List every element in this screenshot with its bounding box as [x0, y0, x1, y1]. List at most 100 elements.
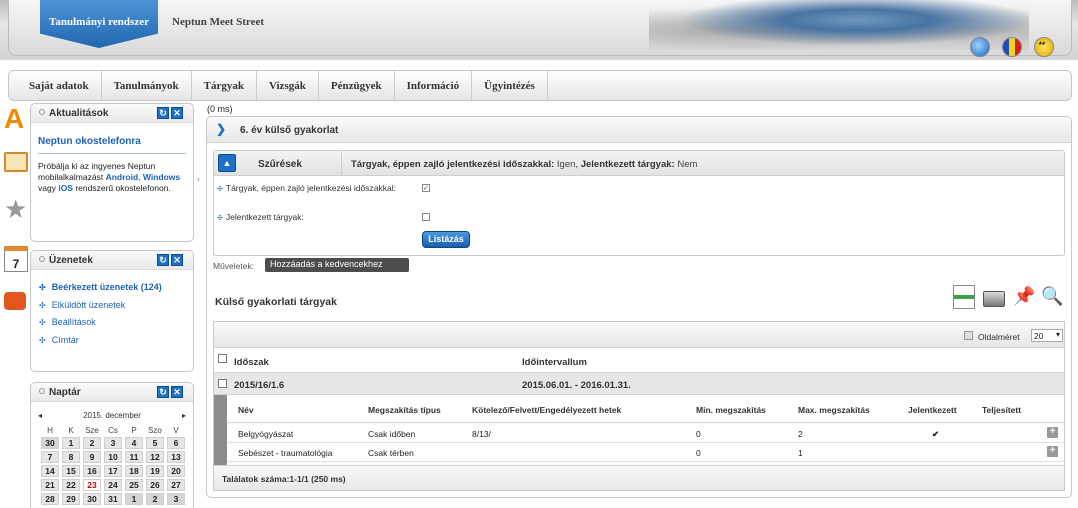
- favorites-icon[interactable]: A: [4, 105, 28, 133]
- inbox-link[interactable]: Beérkezett üzenetek (124): [39, 279, 193, 297]
- calendar-day[interactable]: 6: [167, 437, 185, 449]
- calendar-day[interactable]: 10: [104, 451, 122, 463]
- add-to-favorites-button[interactable]: Hozzáadás a kedvencekhez: [265, 258, 409, 272]
- filter-collapse-button[interactable]: ▲: [218, 154, 236, 172]
- calendar-day[interactable]: 29: [62, 493, 80, 505]
- star-icon[interactable]: ★: [4, 196, 28, 222]
- directory-link[interactable]: Címtár: [39, 332, 193, 350]
- calendar-day[interactable]: 20: [167, 465, 185, 477]
- calendar-weekday: Cs: [108, 425, 118, 435]
- calendar-day[interactable]: 9: [83, 451, 101, 463]
- calendar-day[interactable]: 7: [41, 451, 59, 463]
- calendar-day[interactable]: 16: [83, 465, 101, 477]
- group-header-period[interactable]: Időszak: [234, 357, 269, 368]
- calendar-day[interactable]: 22: [62, 479, 80, 491]
- sent-link[interactable]: Elküldött üzenetek: [39, 297, 193, 315]
- calendar-day[interactable]: 26: [146, 479, 164, 491]
- col-registered[interactable]: Jelentkezett: [908, 405, 957, 415]
- timing-label: (0 ms): [207, 104, 233, 114]
- android-link[interactable]: Android: [106, 172, 139, 182]
- refresh-button[interactable]: ↻: [157, 254, 169, 266]
- calendar-day[interactable]: 8: [62, 451, 80, 463]
- select-all-checkbox[interactable]: [218, 354, 227, 363]
- filter-option-registered-checkbox[interactable]: [422, 213, 430, 221]
- calendar-day[interactable]: 13: [167, 451, 185, 463]
- menu-item-exams[interactable]: Vizsgák: [257, 71, 319, 100]
- close-button[interactable]: ✕: [171, 386, 183, 398]
- page-size-select[interactable]: 20: [1031, 329, 1063, 342]
- menu-item-administration[interactable]: Ügyintézés: [472, 71, 548, 100]
- calendar-day[interactable]: 30: [41, 437, 59, 449]
- calendar-day[interactable]: 31: [104, 493, 122, 505]
- filter-option-current-checkbox[interactable]: ✓: [422, 184, 430, 192]
- group-checkbox[interactable]: [218, 379, 227, 388]
- expand-row-button[interactable]: +: [1047, 427, 1058, 438]
- menu-item-finances[interactable]: Pénzügyek: [319, 71, 395, 100]
- pager-box[interactable]: [964, 331, 973, 340]
- subgrid-header: Név Megszakítás típus Kötelező/Felvett/E…: [227, 395, 1064, 423]
- calendar-day[interactable]: 3: [104, 437, 122, 449]
- calendar-day[interactable]: 1: [125, 493, 143, 505]
- pin-icon[interactable]: 📌: [1013, 285, 1035, 309]
- calendar-box-header: Naptár ↻ ✕: [31, 383, 193, 402]
- col-type[interactable]: Megszakítás típus: [368, 405, 441, 415]
- calendar-day[interactable]: 17: [104, 465, 122, 477]
- sidebar-collapse-handle[interactable]: ‹: [197, 174, 200, 184]
- settings-link[interactable]: Beállítások: [39, 314, 193, 332]
- flag-icon[interactable]: [1002, 37, 1022, 57]
- col-completed[interactable]: Teljesített: [982, 405, 1021, 415]
- calendar-day[interactable]: 5: [146, 437, 164, 449]
- calendar-day[interactable]: 11: [125, 451, 143, 463]
- smiley-icon[interactable]: [1034, 37, 1054, 57]
- close-button[interactable]: ✕: [171, 107, 183, 119]
- close-button[interactable]: ✕: [171, 254, 183, 266]
- menu-item-subjects[interactable]: Tárgyak: [192, 71, 257, 100]
- group-row[interactable]: 2015/16/1.6 2015.06.01. - 2016.01.31.: [214, 373, 1064, 395]
- prev-month-button[interactable]: ◂: [38, 411, 42, 420]
- expand-row-button[interactable]: +: [1047, 446, 1058, 457]
- cell-type: Csak időben: [368, 429, 416, 439]
- calendar-day[interactable]: 2: [83, 437, 101, 449]
- globe-icon[interactable]: [970, 37, 990, 57]
- calendar-day[interactable]: 25: [125, 479, 143, 491]
- search-icon[interactable]: 🔍: [1041, 285, 1063, 309]
- messages-icon[interactable]: [4, 152, 28, 172]
- menu-item-studies[interactable]: Tanulmányok: [102, 71, 192, 100]
- table-row[interactable]: Belgyógyászat Csak időben 8/13/ 0 2 ✔ +: [227, 424, 1064, 443]
- calendar-day[interactable]: 24: [104, 479, 122, 491]
- main-panel: ❯ 6. év külső gyakorlat ▲ Szűrések Tárgy…: [206, 116, 1072, 498]
- refresh-button[interactable]: ↻: [157, 386, 169, 398]
- ios-link[interactable]: iOS: [58, 183, 73, 193]
- calendar-day[interactable]: 18: [125, 465, 143, 477]
- calendar-day[interactable]: 4: [125, 437, 143, 449]
- excel-export-icon[interactable]: [953, 285, 975, 309]
- calendar-day[interactable]: 12: [146, 451, 164, 463]
- calendar-day[interactable]: 23: [83, 479, 101, 491]
- calendar-day[interactable]: 21: [41, 479, 59, 491]
- news-headline[interactable]: Neptun okostelefonra: [38, 136, 186, 154]
- calendar-day[interactable]: 15: [62, 465, 80, 477]
- col-name[interactable]: Név: [238, 405, 254, 415]
- col-weeks[interactable]: Kötelező/Felvett/Engedélyezett hetek: [472, 405, 621, 415]
- windows-link[interactable]: Windows: [143, 172, 180, 182]
- col-max[interactable]: Max. megszakítás: [798, 405, 870, 415]
- calendar-day[interactable]: 14: [41, 465, 59, 477]
- next-month-button[interactable]: ▸: [182, 411, 186, 420]
- calendar-icon[interactable]: 7: [4, 246, 28, 272]
- calendar-day[interactable]: 19: [146, 465, 164, 477]
- calendar-day[interactable]: 2: [146, 493, 164, 505]
- chat-icon[interactable]: [4, 292, 26, 310]
- calendar-day[interactable]: 3: [167, 493, 185, 505]
- group-header-interval[interactable]: Időintervallum: [522, 357, 587, 368]
- table-row[interactable]: Sebészet - traumatológia Csak térben 0 1…: [227, 443, 1064, 462]
- menu-item-information[interactable]: Információ: [395, 71, 473, 100]
- print-icon[interactable]: [983, 291, 1005, 307]
- list-button[interactable]: Listázás: [422, 231, 470, 248]
- menu-item-personal[interactable]: Saját adatok: [17, 71, 102, 100]
- calendar-day[interactable]: 1: [62, 437, 80, 449]
- calendar-day[interactable]: 27: [167, 479, 185, 491]
- calendar-day[interactable]: 28: [41, 493, 59, 505]
- calendar-day[interactable]: 30: [83, 493, 101, 505]
- refresh-button[interactable]: ↻: [157, 107, 169, 119]
- col-min[interactable]: Min. megszakítás: [696, 405, 766, 415]
